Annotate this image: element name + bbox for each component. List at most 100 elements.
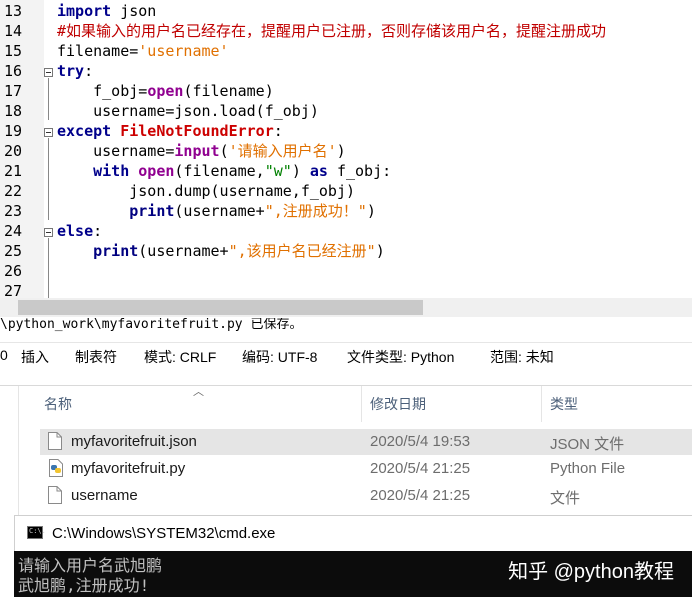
code-line[interactable]: 19 except FileNotFoundError: <box>0 121 692 141</box>
fold-guide <box>48 78 49 120</box>
code-text: filename='username' <box>57 41 229 61</box>
fold-toggle-except[interactable] <box>44 128 53 137</box>
code-token: "w" <box>264 162 292 180</box>
code-line[interactable]: 17 f_obj=open(filename) <box>0 81 692 101</box>
code-token: json.dump(username,f_obj) <box>57 182 356 200</box>
code-text: #如果输入的用户名已经存在，提醒用户已注册，否则存储该用户名，提醒注册成功 <box>57 21 606 41</box>
code-token: as <box>309 162 328 180</box>
line-number: 23 <box>4 202 23 220</box>
code-editor[interactable]: 13 import json 14 #如果输入的用户名已经存在，提醒用户已注册，否则存… <box>0 0 692 300</box>
fold-guide <box>48 238 49 298</box>
code-token: ",该用户名已经注册" <box>228 242 376 260</box>
file-name: myfavoritefruit.py <box>71 460 186 477</box>
code-token: ) <box>375 242 385 260</box>
code-line[interactable]: 14 #如果输入的用户名已经存在，提醒用户已注册，否则存储该用户名，提醒注册成功 <box>0 21 692 41</box>
code-line[interactable]: 20 username=input('请输入用户名') <box>0 141 692 161</box>
watermark: 知乎 @python教程 <box>508 561 674 583</box>
line-number: 22 <box>4 182 23 200</box>
code-token: ) <box>336 142 346 160</box>
file-explorer: ︿ 名称 修改日期 类型 myfavoritefruit.json 2020/5… <box>0 385 692 516</box>
code-token: ( <box>219 142 229 160</box>
code-line[interactable]: 24 else: <box>0 221 692 241</box>
code-token: : <box>273 122 283 140</box>
code-text: f_obj=open(filename) <box>57 81 274 101</box>
line-number: 24 <box>4 222 23 240</box>
line-number: 13 <box>4 2 23 20</box>
code-text: print(username+",注册成功！") <box>57 201 376 221</box>
code-text: else: <box>57 221 102 241</box>
status-tab[interactable]: 制表符 <box>75 347 117 367</box>
status-column: 0 <box>0 347 8 363</box>
code-token: (filename) <box>183 82 274 100</box>
cmd-title-bar[interactable]: C:\. C:\Windows\SYSTEM32\cmd.exe <box>14 515 692 552</box>
file-type: 文件 <box>550 490 581 507</box>
column-header-type[interactable]: 类型 <box>550 394 578 414</box>
code-token: #如果输入的用户名已经存在，提醒用户已注册，否则存储该用户名，提醒注册成功 <box>57 22 607 40</box>
status-line-ending[interactable]: 模式: CRLF <box>144 347 216 367</box>
code-token: ) <box>366 202 376 220</box>
scrollbar-thumb[interactable] <box>18 300 423 315</box>
code-token: f_obj: <box>327 162 392 180</box>
code-text: username=input('请输入用户名') <box>57 141 346 161</box>
code-token: ",注册成功！" <box>264 202 367 220</box>
fold-guide <box>48 138 49 220</box>
file-date: 2020/5/4 21:25 <box>370 460 471 477</box>
code-line[interactable]: 22 json.dump(username,f_obj) <box>0 181 692 201</box>
code-token: : <box>84 62 94 80</box>
file-name: username <box>71 487 138 504</box>
code-text: except FileNotFoundError: <box>57 121 283 141</box>
file-icon <box>48 486 62 508</box>
column-divider[interactable] <box>361 386 362 422</box>
status-filetype[interactable]: 文件类型: Python <box>347 347 454 367</box>
code-token: with <box>93 162 130 180</box>
code-text: try: <box>57 61 93 81</box>
code-token: filename= <box>57 42 139 60</box>
code-token: f_obj= <box>57 82 148 100</box>
file-row[interactable]: myfavoritefruit.py 2020/5/4 21:25 Python… <box>40 456 692 482</box>
line-number: 19 <box>4 122 23 140</box>
code-text: username=json.load(f_obj) <box>57 101 319 121</box>
line-number: 25 <box>4 242 23 260</box>
code-token: username=json.load(f_obj) <box>57 102 319 120</box>
code-token: (username+ <box>174 202 265 220</box>
code-token: FileNotFoundError <box>120 122 274 140</box>
code-token: (username+ <box>138 242 229 260</box>
navigation-pane[interactable] <box>0 386 19 516</box>
fold-toggle-else[interactable] <box>44 228 53 237</box>
code-text: with open(filename,"w") as f_obj: <box>57 161 391 181</box>
line-number: 14 <box>4 22 23 40</box>
file-icon <box>48 432 62 454</box>
code-token: open <box>147 82 184 100</box>
status-scope: 范围: 未知 <box>490 349 554 365</box>
code-line[interactable]: 26 <box>0 261 692 281</box>
code-text: json.dump(username,f_obj) <box>57 181 355 201</box>
column-header-name[interactable]: 名称 <box>44 394 72 414</box>
code-line[interactable]: 25 print(username+",该用户名已经注册") <box>0 241 692 261</box>
column-divider[interactable] <box>541 386 542 422</box>
column-header-date[interactable]: 修改日期 <box>370 394 426 414</box>
code-token: ) <box>291 162 310 180</box>
status-encoding[interactable]: 编码: UTF-8 <box>242 347 317 367</box>
file-type: Python File <box>550 460 626 477</box>
status-bar: 0 插入 制表符 模式: CRLF 编码: UTF-8 文件类型: Python… <box>0 342 692 369</box>
code-line[interactable]: 23 print(username+",注册成功！") <box>0 201 692 221</box>
code-line[interactable]: 18 username=json.load(f_obj) <box>0 101 692 121</box>
code-line[interactable]: 13 import json <box>0 1 692 21</box>
console-output[interactable]: 请输入用户名武旭鹏 武旭鹏,注册成功! 知乎 @python教程 <box>14 551 692 597</box>
line-number: 20 <box>4 142 23 160</box>
code-token: import <box>57 2 112 20</box>
horizontal-scrollbar[interactable] <box>0 298 692 317</box>
fold-toggle-try[interactable] <box>44 68 53 77</box>
line-number: 17 <box>4 82 23 100</box>
file-row[interactable]: myfavoritefruit.json 2020/5/4 19:53 JSON… <box>40 429 692 455</box>
code-line[interactable]: 21 with open(filename,"w") as f_obj: <box>0 161 692 181</box>
file-type: JSON 文件 <box>550 436 625 453</box>
python-file-icon <box>48 459 64 481</box>
code-line[interactable]: 15 filename='username' <box>0 41 692 61</box>
sort-ascending-icon: ︿ <box>193 386 204 398</box>
status-insert-mode[interactable]: 插入 <box>21 347 49 367</box>
code-line[interactable]: 16 try: <box>0 61 692 81</box>
file-row[interactable]: username 2020/5/4 21:25 文件 <box>40 483 692 509</box>
